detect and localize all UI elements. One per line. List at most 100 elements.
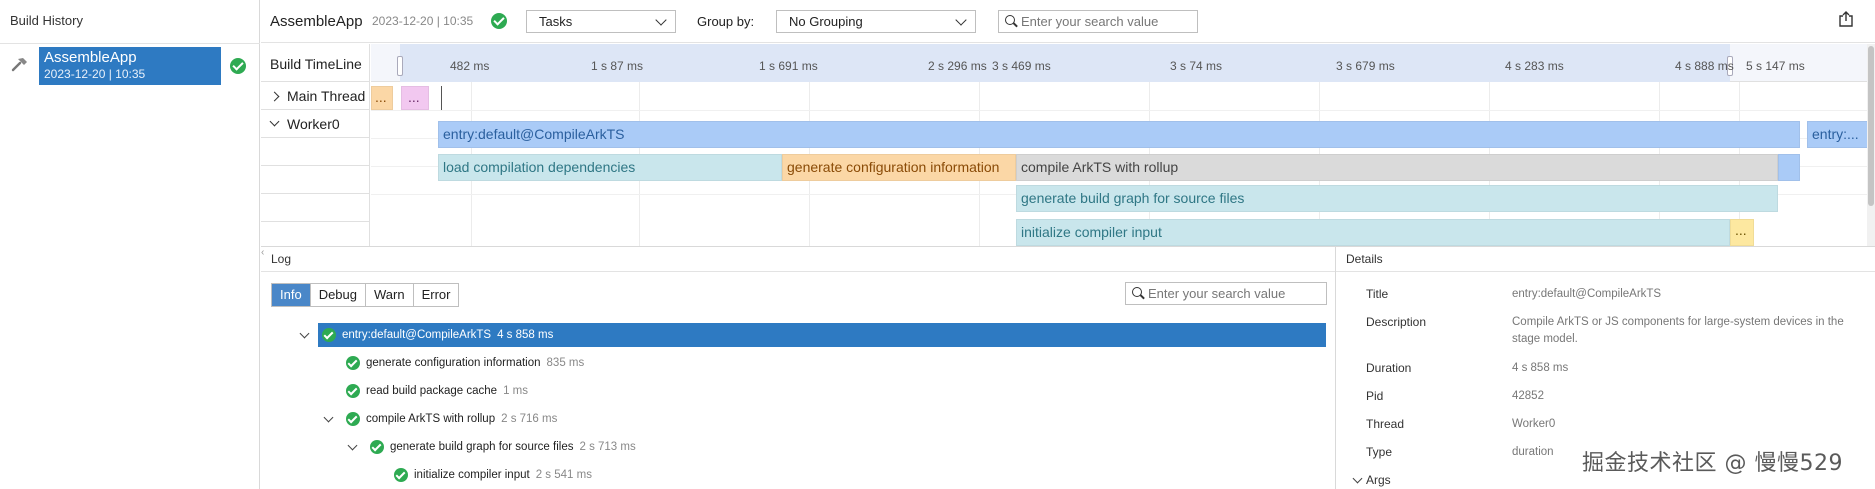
success-check-icon — [346, 384, 360, 398]
success-check-icon — [370, 440, 384, 454]
detail-key: Pid — [1366, 389, 1384, 403]
tick-label: 1 s 691 ms — [759, 59, 818, 73]
detail-key: Type — [1366, 445, 1393, 459]
log-entry[interactable]: read build package cache 1 ms — [346, 379, 528, 403]
filter-error-button[interactable]: Error — [413, 284, 459, 306]
success-check-icon — [394, 468, 408, 482]
log-entry-duration: 2 s 716 ms — [501, 413, 558, 425]
divider — [1336, 271, 1875, 272]
task-bar[interactable]: entry:... — [1807, 121, 1871, 148]
task-bar[interactable]: generate configuration information — [782, 154, 1016, 181]
tick-label: 3 s 469 ms — [992, 59, 1051, 73]
log-level-filter: Info Debug Warn Error — [271, 283, 460, 307]
build-history-sidebar: Build History AssembleApp 2023-12-20 | 1… — [0, 0, 260, 489]
success-check-icon — [322, 328, 336, 342]
chevron-down-icon — [955, 14, 967, 26]
task-bar[interactable]: compile ArkTS with rollup — [1016, 154, 1778, 181]
detail-value: 4 s 858 ms — [1512, 362, 1569, 374]
details-panel-title: Details — [1346, 252, 1383, 266]
search-icon — [1005, 15, 1017, 27]
timeline-row-blank — [261, 138, 370, 166]
log-search-input[interactable] — [1125, 282, 1327, 305]
task-bar[interactable]: ... — [371, 86, 393, 110]
log-entry[interactable]: initialize compiler input 2 s 541 ms — [394, 463, 592, 487]
sidebar-divider — [0, 43, 260, 44]
grouping-dropdown[interactable]: No Grouping — [776, 10, 976, 33]
chevron-right-icon[interactable] — [269, 91, 280, 102]
chevron-down-icon — [655, 14, 667, 26]
detail-key: Duration — [1366, 361, 1412, 375]
tick-label: 4 s 888 ms — [1675, 59, 1734, 73]
log-entry-duration: 835 ms — [546, 357, 585, 369]
timeline-row-worker0[interactable]: Worker0 — [261, 110, 370, 138]
chevron-down-icon[interactable] — [347, 440, 358, 451]
log-panel-title: Log — [271, 252, 292, 266]
build-timeline: Build TimeLine Main Thread Worker0 482 m… — [261, 44, 1875, 246]
log-entry-name: entry:default@CompileArkTS — [342, 329, 492, 341]
timeline-row-main-thread[interactable]: Main Thread — [261, 82, 370, 110]
filter-info-button[interactable]: Info — [272, 284, 311, 306]
task-bar[interactable]: ... — [401, 86, 429, 110]
detail-key: Title — [1366, 287, 1389, 301]
build-history-item[interactable]: AssembleApp 2023-12-20 | 10:35 — [39, 47, 221, 85]
success-check-icon — [230, 58, 246, 74]
collapse-arrow-icon[interactable]: ‹ — [261, 247, 269, 265]
log-entry-duration: 1 ms — [503, 385, 528, 397]
app-date: 2023-12-20 | 10:35 — [372, 14, 474, 28]
watermark: 掘金技术社区 @ 慢慢529 — [1582, 451, 1843, 476]
range-start-handle[interactable] — [397, 56, 403, 76]
export-icon[interactable] — [1837, 10, 1855, 28]
detail-value: Worker0 — [1512, 418, 1556, 430]
tasks-dropdown[interactable]: Tasks — [526, 10, 676, 33]
log-entry[interactable]: compile ArkTS with rollup 2 s 716 ms — [346, 407, 557, 431]
timeline-head-label: Build TimeLine — [261, 44, 370, 82]
build-item-date: 2023-12-20 | 10:35 — [44, 67, 146, 81]
hammer-icon — [11, 58, 27, 72]
timeline-row-labels: Build TimeLine Main Thread Worker0 — [261, 44, 370, 246]
task-bar[interactable]: generate build graph for source files — [1016, 185, 1778, 212]
log-entry-name: compile ArkTS with rollup — [366, 413, 496, 425]
log-entry-duration: 4 s 858 ms — [497, 329, 554, 341]
chevron-down-icon[interactable] — [269, 116, 280, 127]
row-label-main-thread: Main Thread — [287, 88, 366, 104]
task-bar[interactable]: load compilation dependencies — [438, 154, 782, 181]
app-name: AssembleApp — [270, 13, 363, 30]
chevron-down-icon[interactable] — [323, 412, 334, 423]
timeline-title: Build TimeLine — [270, 56, 362, 72]
chevron-down-icon[interactable] — [299, 328, 310, 339]
divider — [261, 271, 1335, 272]
detail-key: Thread — [1366, 417, 1405, 431]
tick-label: 4 s 283 ms — [1505, 59, 1564, 73]
detail-value: 42852 — [1512, 390, 1544, 402]
args-toggle[interactable]: Args — [1366, 473, 1391, 487]
chevron-down-icon[interactable] — [1352, 473, 1363, 484]
scrollbar-thumb[interactable] — [1868, 46, 1874, 206]
header-search-input[interactable] — [998, 10, 1198, 33]
log-entry[interactable]: generate build graph for source files 2 … — [370, 435, 636, 459]
success-check-icon — [346, 356, 360, 370]
filter-debug-button[interactable]: Debug — [310, 284, 366, 306]
header-bar: AssembleApp 2023-12-20 | 10:35 Tasks Gro… — [261, 0, 1875, 43]
log-entry-name: generate build graph for source files — [390, 441, 574, 453]
timeline-ruler[interactable]: 482 ms 1 s 87 ms 1 s 691 ms 2 s 296 ms 3… — [371, 44, 1875, 82]
filter-warn-button[interactable]: Warn — [366, 284, 414, 306]
sidebar-title: Build History — [10, 13, 83, 28]
log-entry[interactable]: entry:default@CompileArkTS 4 s 858 ms — [318, 323, 1326, 347]
log-entry-name: generate configuration information — [366, 357, 541, 369]
log-entry[interactable]: generate configuration information 835 m… — [346, 351, 584, 375]
tick-label: 3 s 74 ms — [1170, 59, 1223, 73]
timeline-row-blank — [261, 194, 370, 222]
timeline-row-blank — [261, 166, 370, 194]
tasks-dropdown-value: Tasks — [539, 14, 573, 29]
tick-label: 1 s 87 ms — [591, 59, 644, 73]
log-entry-duration: 2 s 541 ms — [535, 469, 592, 481]
log-entry-name: read build package cache — [366, 385, 498, 397]
task-bar[interactable] — [1778, 154, 1800, 181]
task-bar[interactable]: initialize compiler input — [1016, 219, 1730, 246]
timeline-canvas[interactable]: 482 ms 1 s 87 ms 1 s 691 ms 2 s 296 ms 3… — [371, 44, 1875, 246]
build-item-name: AssembleApp — [44, 49, 137, 66]
task-bar[interactable]: entry:default@CompileArkTS — [438, 121, 1800, 148]
task-bar[interactable]: ... — [1730, 219, 1754, 246]
tick-label: 5 s 147 ms — [1746, 59, 1805, 73]
timeline-scrollbar[interactable] — [1867, 44, 1875, 246]
